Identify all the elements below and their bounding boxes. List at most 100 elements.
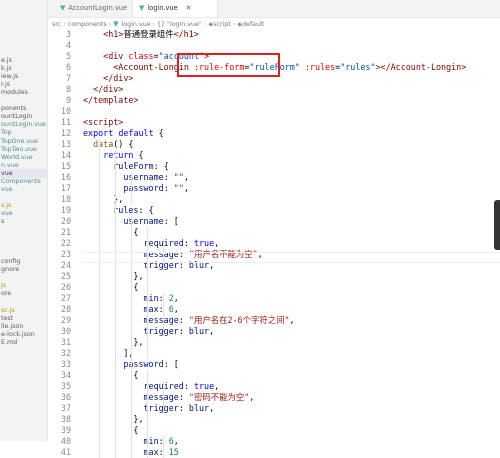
indent-guide	[99, 139, 100, 458]
code-token: "用户名在2-6个字符之间"	[188, 315, 290, 325]
code-token: max	[143, 447, 159, 457]
code-line[interactable]: </div>	[83, 84, 123, 95]
breadcrumb-item[interactable]: login.vue	[122, 21, 151, 28]
code-token: :	[183, 381, 194, 391]
line-number: 5	[65, 51, 71, 61]
code-line[interactable]: },	[83, 271, 144, 282]
breadcrumb-item[interactable]: components	[68, 21, 107, 28]
window-edge	[494, 200, 500, 250]
line-number: 25	[60, 271, 71, 281]
code-line[interactable]: rules: {	[83, 205, 153, 216]
code-token: "rules"	[340, 62, 376, 72]
code-token: message	[143, 315, 179, 325]
code-line[interactable]: trigger: blur,	[83, 403, 215, 414]
code-token: :	[163, 172, 174, 182]
code-line[interactable]: ],	[83, 348, 133, 359]
sidebar-file-item[interactable]: ore	[0, 289, 11, 298]
tab-login[interactable]: ▼ login.vue ✕	[132, 0, 218, 17]
sidebar-file-item[interactable]: vue	[0, 185, 13, 194]
code-token: {	[133, 150, 144, 160]
code-token: ],	[83, 348, 134, 358]
code-token: trigger	[143, 403, 179, 413]
code-token: username	[123, 216, 164, 226]
breadcrumb-item[interactable]: script	[213, 21, 231, 28]
code-line[interactable]: trigger: blur,	[83, 326, 215, 337]
code-token: : [	[163, 216, 179, 226]
code-token: <h1>	[103, 29, 124, 39]
code-token: export	[83, 128, 114, 138]
code-token: ,	[289, 315, 295, 325]
line-number: 30	[60, 326, 71, 336]
code-line[interactable]: <script>	[83, 117, 123, 128]
code-token: ></Account-Longin>	[375, 62, 467, 72]
line-number: 22	[60, 238, 71, 248]
code-line[interactable]: data() {	[83, 139, 133, 150]
vue-file-icon: ▼	[113, 20, 119, 28]
chevron-right-icon: ›	[203, 21, 207, 28]
code-line[interactable]: export default {	[83, 128, 164, 139]
code-line[interactable]: </template>	[83, 95, 138, 106]
tab-accountlogin[interactable]: ▼ AccountLogin.vue	[54, 0, 132, 17]
code-token: },	[83, 271, 144, 281]
code-token: 普通登录组件	[123, 29, 174, 39]
line-number: 8	[65, 84, 71, 94]
sidebar-file-item[interactable]: gnore	[0, 265, 19, 274]
chevron-right-icon: ›	[63, 21, 66, 28]
code-token: :	[178, 392, 189, 402]
code-editor[interactable]: 3 <h1>普通登录组件</h1> 4 5 <div class="account"…	[48, 29, 500, 458]
file-explorer: e.js k.js iew.js r.js modules ponents ountLogi…	[0, 0, 48, 441]
code-line[interactable]: message: "密码不能为空",	[83, 392, 255, 403]
line-number: 26	[60, 282, 71, 292]
line-number: 23	[60, 249, 71, 259]
sidebar-file-item[interactable]: E.md	[0, 338, 17, 347]
code-line[interactable]: required: true,	[83, 238, 220, 249]
code-token: return	[103, 150, 134, 160]
line-number: 21	[60, 227, 71, 237]
line-number: 14	[60, 150, 71, 160]
code-token: ,	[173, 436, 179, 446]
line-number: 33	[60, 359, 71, 369]
code-token: blur	[188, 403, 210, 413]
breadcrumb-item[interactable]: {} "login.vue"	[157, 21, 202, 28]
code-line[interactable]: },	[83, 414, 143, 425]
code-token: ,	[209, 403, 215, 413]
breadcrumb-item[interactable]: default	[242, 21, 264, 28]
code-line[interactable]: required: true,	[83, 381, 220, 392]
code-token: :	[163, 183, 174, 193]
code-line[interactable]: },	[83, 337, 143, 348]
close-icon[interactable]: ✕	[186, 4, 192, 12]
code-token: max	[143, 304, 159, 314]
code-line[interactable]: },	[83, 194, 123, 205]
code-token: min	[143, 436, 159, 446]
code-token: "密码不能为空"	[188, 392, 250, 402]
sidebar-file-item[interactable]: modules	[0, 88, 28, 97]
line-number: 27	[60, 293, 71, 303]
code-token: true	[193, 238, 215, 248]
tab-label: login.vue	[147, 4, 178, 12]
code-token: password	[123, 183, 164, 193]
code-line[interactable]: ruleForm: {	[83, 161, 168, 172]
code-line[interactable]: </div>	[83, 73, 133, 84]
code-line[interactable]: return {	[83, 150, 144, 161]
current-line-highlight	[82, 252, 500, 263]
code-token: },	[83, 194, 124, 204]
code-line[interactable]: <h1>普通登录组件</h1>	[83, 29, 199, 40]
line-number: 17	[60, 183, 71, 193]
line-number: 13	[60, 139, 71, 149]
code-token: password	[123, 359, 164, 369]
code-token: <script>	[83, 117, 124, 127]
breadcrumb-item[interactable]: src	[52, 21, 61, 28]
code-token: </div>	[93, 84, 124, 94]
line-number: 24	[60, 260, 71, 270]
code-token: message	[143, 392, 179, 402]
line-number: 15	[60, 161, 71, 171]
